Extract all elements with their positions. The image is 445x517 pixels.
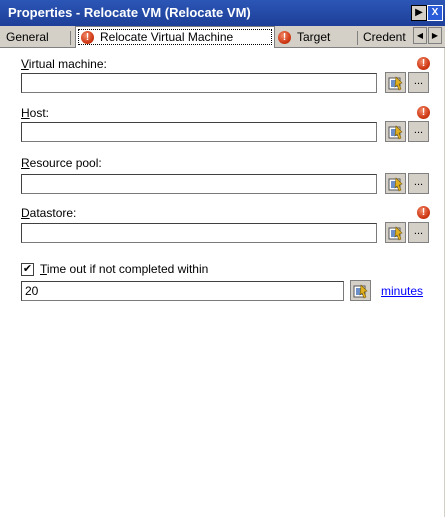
tab-scroll-right-button[interactable]: ▶ [428,27,442,44]
resource-pool-input[interactable] [21,174,377,194]
close-button[interactable]: X [427,5,443,21]
tab-scroll-left-button[interactable]: ◀ [413,27,427,44]
host-input[interactable] [21,122,377,142]
error-icon: ! [417,57,430,70]
tab-bar: General ! Relocate Virtual Machine ! Targe… [0,26,445,48]
datastore-picker-button[interactable] [385,222,406,243]
timeout-input[interactable] [21,281,344,301]
virtual-machine-browse-button[interactable]: ... [408,72,429,93]
variable-picker-icon [388,76,403,91]
tab-label: General [6,30,49,44]
error-icon: ! [278,31,291,45]
host-label: Host: [21,106,50,120]
chevron-right-icon: ▶ [431,31,439,40]
minutes-link[interactable]: minutes [381,284,423,298]
error-icon: ! [81,31,94,45]
virtual-machine-picker-button[interactable] [385,72,406,93]
datastore-label: Datastore: [21,206,77,220]
host-browse-button[interactable]: ... [408,121,429,142]
tab-general[interactable]: General [3,28,52,47]
checkmark-icon: ✔ [22,263,33,275]
resource-pool-picker-button[interactable] [385,173,406,194]
tab-panel-relocate-virtual-machine: Virtual machine: ! ... Host: ! ... Resou… [0,48,445,517]
variable-picker-icon [388,177,403,192]
datastore-input[interactable] [21,223,377,243]
datastore-browse-button[interactable]: ... [408,222,429,243]
tab-divider [70,31,71,45]
variable-picker-icon [388,226,403,241]
timeout-label: Time out if not completed within [40,262,209,276]
error-icon: ! [417,106,430,119]
variable-picker-icon [388,125,403,140]
tab-credentials[interactable]: Credent [360,28,416,47]
virtual-machine-input[interactable] [21,73,377,93]
timeout-picker-button[interactable] [350,280,371,301]
timeout-checkbox[interactable]: ✔ [21,263,34,276]
tab-target[interactable]: ! Target [273,28,333,47]
close-icon: X [431,7,439,18]
virtual-machine-label: Virtual machine: [21,57,107,71]
resource-pool-label: Resource pool: [21,156,102,170]
window-title: Properties - Relocate VM (Relocate VM) [8,5,251,20]
tab-divider [357,31,358,45]
resource-pool-browse-button[interactable]: ... [408,173,429,194]
host-picker-button[interactable] [385,121,406,142]
variable-picker-icon [353,284,368,299]
title-bar: Properties - Relocate VM (Relocate VM) ▶… [0,0,445,26]
error-icon: ! [417,206,430,219]
help-icon: ▶ [415,7,423,18]
tab-relocate-virtual-machine[interactable]: ! Relocate Virtual Machine [75,26,275,48]
tab-label: Credent [363,30,406,44]
help-button[interactable]: ▶ [411,5,427,21]
chevron-left-icon: ◀ [416,31,424,40]
tab-label: Target [297,30,331,44]
tab-label: Relocate Virtual Machine [100,30,234,44]
